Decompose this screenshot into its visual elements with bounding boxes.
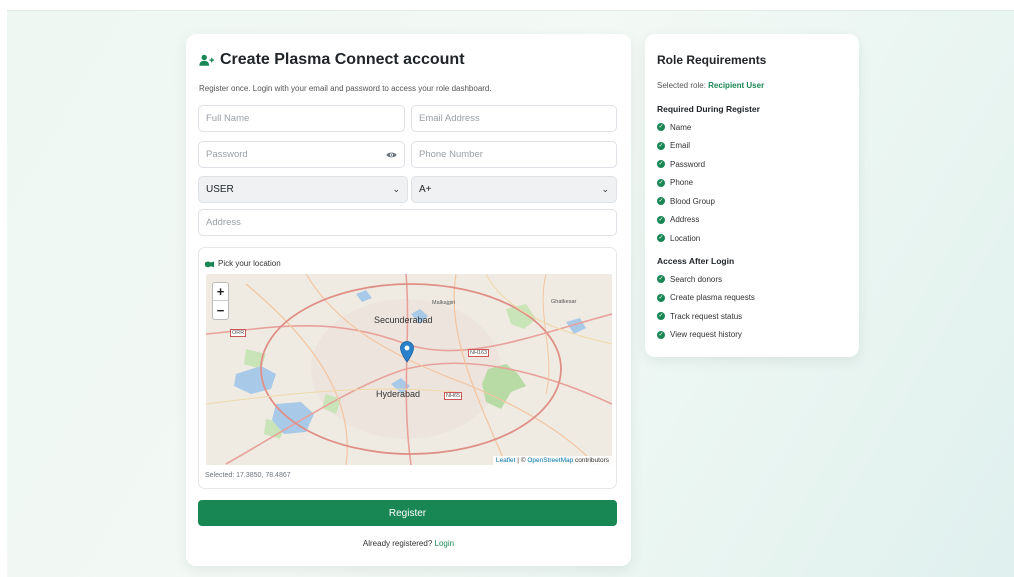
eye-icon[interactable] [386,151,397,159]
full-name-placeholder: Full Name [206,113,250,124]
map-label-nh65: NH65 [444,392,463,400]
address-input[interactable]: Address [198,209,617,236]
access-heading: Access After Login [657,256,735,266]
form-title: Create Plasma Connect account [220,51,465,68]
access-label: View request history [670,330,742,340]
list-item: ✓ Name [657,118,715,137]
check-circle-icon: ✓ [657,160,665,169]
list-item: ✓ Search donors [657,270,755,289]
check-circle-icon: ✓ [657,234,665,243]
access-list: ✓ Search donors ✓ Create plasma requests ✓… [657,270,755,344]
check-circle-icon: ✓ [657,123,665,132]
password-input[interactable]: Password [198,141,405,168]
check-circle-icon: ✓ [657,178,665,187]
location-picker: Pick your location Secunderabad Hyderaba… [198,247,617,489]
attribution-tail: contributors [573,457,609,464]
requirements-title: Role Requirements [657,53,767,67]
login-link[interactable]: Login [435,539,455,548]
map-marker-icon[interactable] [400,341,414,363]
list-item: ✓ Address [657,211,715,230]
address-placeholder: Address [206,217,241,228]
register-requirements-list: ✓ Name ✓ Email ✓ Password ✓ Phone ✓ Blood Gro… [657,118,715,248]
check-circle-icon: ✓ [657,197,665,206]
list-item: ✓ Location [657,229,715,248]
register-card: Create Plasma Connect account Register o… [186,34,631,566]
login-prompt-text: Already registered? [362,539,433,548]
attribution-separator: | © [515,457,528,464]
requirement-label: Phone [670,178,694,188]
list-item: ✓ Create plasma requests [657,289,755,308]
requirement-label: Blood Group [670,196,715,206]
requirement-label: Location [670,233,701,243]
zoom-out-button[interactable]: − [213,301,228,319]
form-subtitle: Register once. Login with your email and… [199,84,492,93]
list-item: ✓ Blood Group [657,192,715,211]
check-circle-icon: ✓ [657,275,665,284]
full-name-input[interactable]: Full Name [198,105,405,132]
blood-group-value: A+ [419,184,432,195]
zoom-control: + − [212,282,229,320]
register-button[interactable]: Register [198,500,617,526]
map-label-nh163: NH163 [468,349,490,357]
list-item: ✓ Phone [657,174,715,193]
map-label-hyderabad: Hyderabad [376,389,421,399]
role-select[interactable]: USER ⌄ [198,176,408,203]
blood-group-select[interactable]: A+ ⌄ [411,176,617,203]
email-input[interactable]: Email Address [411,105,617,132]
requirement-label: Name [670,122,692,132]
login-prompt: Already registered? Login [186,539,631,548]
list-item: ✓ Track request status [657,307,755,326]
register-requirements-heading: Required During Register [657,104,760,114]
page-title: Create Plasma Connect account [199,51,465,69]
access-label: Search donors [670,274,723,284]
openstreetmap-link[interactable]: OpenStreetMap [527,457,573,464]
list-item: ✓ Password [657,155,715,174]
access-label: Create plasma requests [670,293,755,303]
role-requirements-card: Role Requirements Selected role: Recipie… [645,34,859,357]
role-value: USER [206,184,234,195]
check-circle-icon: ✓ [657,330,665,339]
phone-input[interactable]: Phone Number [411,141,617,168]
map-icon [205,260,214,267]
check-circle-icon: ✓ [657,312,665,321]
map-label-ghatkesar: Ghatkesar [551,299,577,305]
location-map[interactable]: Secunderabad Hyderabad Malkajgiri Ghatke… [206,274,612,465]
list-item: ✓ View request history [657,326,755,345]
selected-coordinates: Selected: 17.3850, 78.4867 [205,472,291,479]
map-label-orr: ORR [230,329,247,337]
chevron-down-icon: ⌄ [601,184,609,194]
map-label-text: Pick your location [218,259,281,268]
check-circle-icon: ✓ [657,141,665,150]
requirement-label: Address [670,215,700,225]
requirement-label: Password [670,159,706,169]
map-attribution: Leaflet | © OpenStreetMap contributors [492,456,612,465]
map-label-secunderabad: Secunderabad [374,315,433,325]
selected-role-prefix: Selected role: [657,81,706,90]
check-circle-icon: ✓ [657,293,665,302]
check-circle-icon: ✓ [657,215,665,224]
map-label: Pick your location [205,259,281,268]
access-label: Track request status [670,311,743,321]
selected-role-value: Recipient User [708,81,765,90]
leaflet-link[interactable]: Leaflet [496,457,516,464]
list-item: ✓ Email [657,137,715,156]
map-label-malkajgiri: Malkajgiri [432,300,456,306]
user-plus-icon [199,54,214,66]
password-placeholder: Password [206,149,248,160]
email-placeholder: Email Address [419,113,480,124]
chevron-down-icon: ⌄ [392,184,400,194]
requirement-label: Email [670,141,691,151]
zoom-in-button[interactable]: + [213,283,228,301]
phone-placeholder: Phone Number [419,149,483,160]
selected-role: Selected role: Recipient User [657,81,764,90]
